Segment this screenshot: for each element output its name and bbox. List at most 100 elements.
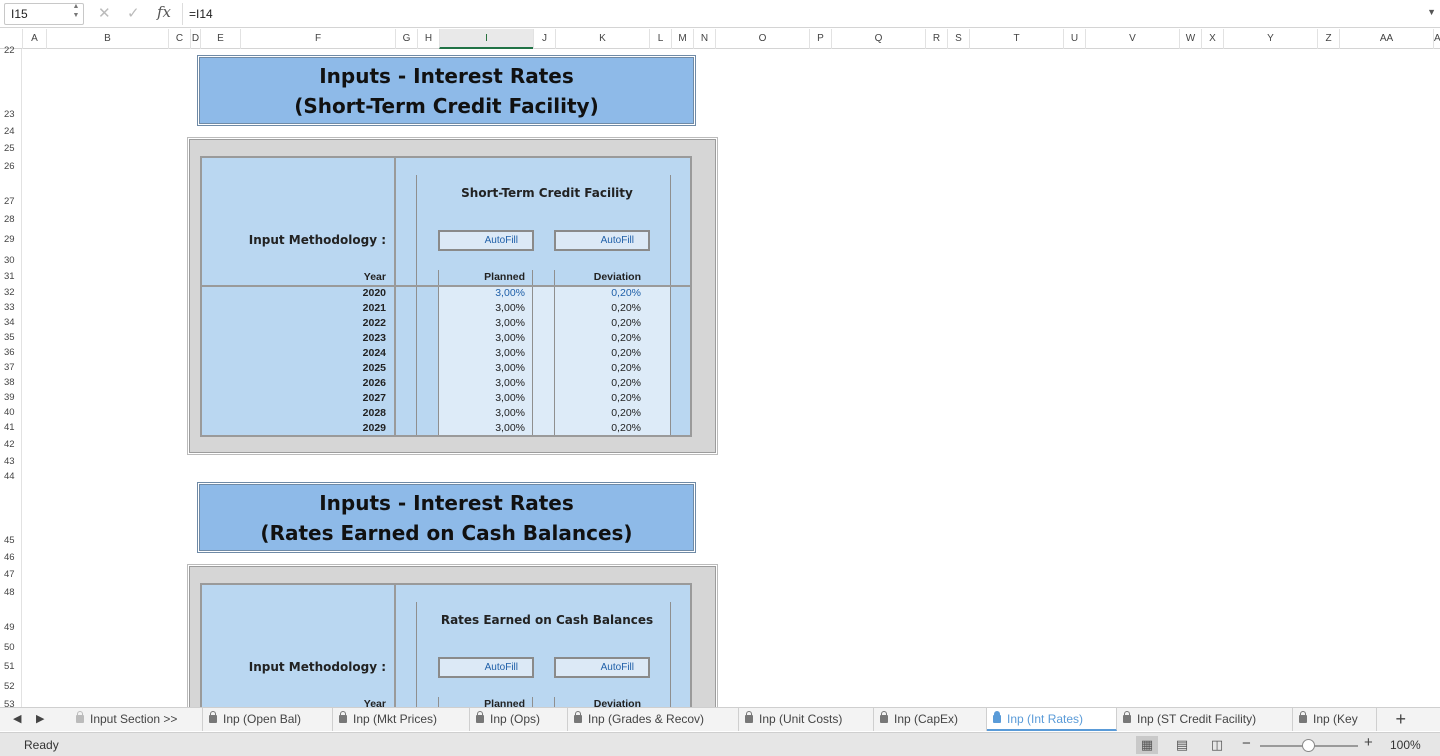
column-header[interactable]: Z <box>1317 29 1339 49</box>
column-header[interactable]: G <box>395 29 417 49</box>
sheet-tab[interactable]: Inp (CapEx) <box>874 708 987 731</box>
row-header[interactable]: 40 <box>0 407 22 418</box>
zoom-out-button[interactable]: − <box>1242 735 1251 752</box>
deviation-autofill-select[interactable]: AutoFill <box>554 657 650 678</box>
worksheet-grid[interactable]: Inputs - Interest Rates (Short-Term Cred… <box>22 49 1440 707</box>
planned-rate-cell[interactable]: 3,00% <box>445 347 525 359</box>
row-header[interactable]: 39 <box>0 392 22 403</box>
row-header[interactable]: 29 <box>0 234 22 245</box>
column-header[interactable]: K <box>555 29 649 49</box>
planned-rate-cell[interactable]: 3,00% <box>445 317 525 329</box>
deviation-rate-cell[interactable]: 0,20% <box>561 377 641 389</box>
page-layout-view-icon[interactable]: ▤ <box>1171 736 1193 754</box>
planned-rate-cell[interactable]: 3,00% <box>445 332 525 344</box>
deviation-rate-cell[interactable]: 0,20% <box>561 422 641 434</box>
deviation-rate-cell[interactable]: 0,20% <box>561 287 641 299</box>
column-header[interactable]: J <box>533 29 555 49</box>
page-break-view-icon[interactable]: ◫ <box>1206 736 1228 754</box>
row-header[interactable]: 51 <box>0 661 22 672</box>
sheet-tab[interactable]: Inp (Ops) <box>470 708 568 731</box>
row-header[interactable]: 38 <box>0 377 22 388</box>
chevron-down-icon[interactable]: ▼ <box>1427 7 1436 17</box>
deviation-rate-cell[interactable]: 0,20% <box>561 317 641 329</box>
row-header[interactable]: 41 <box>0 422 22 433</box>
row-header[interactable]: 31 <box>0 271 22 282</box>
sheet-tab[interactable]: Inp (Unit Costs) <box>739 708 874 731</box>
row-header[interactable]: 33 <box>0 302 22 313</box>
planned-autofill-select[interactable]: AutoFill <box>438 230 534 251</box>
planned-rate-cell[interactable]: 3,00% <box>445 362 525 374</box>
row-header[interactable]: 43 <box>0 456 22 467</box>
row-header[interactable]: 45 <box>0 535 22 546</box>
planned-rate-cell[interactable]: 3,00% <box>445 377 525 389</box>
planned-rate-cell[interactable]: 3,00% <box>445 422 525 434</box>
deviation-autofill-select[interactable]: AutoFill <box>554 230 650 251</box>
deviation-rate-cell[interactable]: 0,20% <box>561 362 641 374</box>
deviation-rate-cell[interactable]: 0,20% <box>561 347 641 359</box>
column-header[interactable]: Y <box>1223 29 1317 49</box>
column-header[interactable]: M <box>671 29 693 49</box>
deviation-rate-cell[interactable]: 0,20% <box>561 302 641 314</box>
row-header[interactable]: 42 <box>0 439 22 450</box>
row-header[interactable]: 48 <box>0 587 22 598</box>
column-header[interactable]: O <box>715 29 809 49</box>
column-header[interactable]: AA <box>1339 29 1433 49</box>
column-header[interactable]: P <box>809 29 831 49</box>
deviation-rate-cell[interactable]: 0,20% <box>561 407 641 419</box>
column-header[interactable]: F <box>240 29 395 49</box>
column-header[interactable]: T <box>969 29 1063 49</box>
deviation-rate-cell[interactable]: 0,20% <box>561 332 641 344</box>
column-header[interactable]: B <box>46 29 168 49</box>
sheet-tab[interactable]: Input Section >> <box>70 708 203 731</box>
column-header[interactable]: I <box>439 29 533 49</box>
zoom-in-button[interactable]: + <box>1364 734 1373 751</box>
fx-icon[interactable]: fx <box>157 3 171 21</box>
tab-scroll-right-icon[interactable]: ▶ <box>36 712 44 725</box>
planned-rate-cell[interactable]: 3,00% <box>445 407 525 419</box>
planned-rate-cell[interactable]: 3,00% <box>445 287 525 299</box>
planned-autofill-select[interactable]: AutoFill <box>438 657 534 678</box>
row-header[interactable]: 47 <box>0 569 22 580</box>
name-box-stepper-icon[interactable]: ▲ ▼ <box>71 2 81 22</box>
column-header[interactable]: C <box>168 29 190 49</box>
tab-scroll-left-icon[interactable]: ◀ <box>13 712 21 725</box>
row-header[interactable]: 37 <box>0 362 22 373</box>
row-header[interactable]: 23 <box>0 109 22 120</box>
row-header[interactable]: 46 <box>0 552 22 563</box>
column-header[interactable]: X <box>1201 29 1223 49</box>
planned-rate-cell[interactable]: 3,00% <box>445 302 525 314</box>
column-header[interactable]: A <box>22 29 46 49</box>
row-header[interactable]: 52 <box>0 681 22 692</box>
sheet-tab[interactable]: Inp (Open Bal) <box>203 708 333 731</box>
row-header[interactable]: 34 <box>0 317 22 328</box>
row-header[interactable]: 32 <box>0 287 22 298</box>
column-header[interactable]: R <box>925 29 947 49</box>
normal-view-icon[interactable]: ▦ <box>1136 736 1158 754</box>
row-header[interactable]: 50 <box>0 642 22 653</box>
row-header[interactable]: 49 <box>0 622 22 633</box>
column-header[interactable]: A <box>1433 29 1440 49</box>
sheet-tab[interactable]: Inp (Int Rates) <box>987 708 1117 731</box>
sheet-tab[interactable]: Inp (Mkt Prices) <box>333 708 470 731</box>
column-header[interactable]: S <box>947 29 969 49</box>
sheet-tab[interactable]: Inp (Grades & Recov) <box>568 708 739 731</box>
cancel-icon[interactable]: ✕ <box>98 4 111 22</box>
row-header[interactable]: 36 <box>0 347 22 358</box>
row-header[interactable]: 30 <box>0 255 22 266</box>
column-header[interactable]: E <box>200 29 240 49</box>
row-header[interactable]: 44 <box>0 471 22 482</box>
row-header[interactable]: 27 <box>0 196 22 207</box>
row-header[interactable]: 24 <box>0 126 22 137</box>
row-header[interactable]: 28 <box>0 214 22 225</box>
add-sheet-button[interactable]: + <box>1395 709 1406 730</box>
sheet-tab[interactable]: Inp (ST Credit Facility) <box>1117 708 1293 731</box>
planned-rate-cell[interactable]: 3,00% <box>445 392 525 404</box>
column-header[interactable]: V <box>1085 29 1179 49</box>
column-header[interactable]: D <box>190 29 200 49</box>
column-header[interactable]: H <box>417 29 439 49</box>
column-header[interactable]: Q <box>831 29 925 49</box>
zoom-level[interactable]: 100% <box>1390 738 1421 752</box>
column-header[interactable]: L <box>649 29 671 49</box>
row-header[interactable]: 26 <box>0 161 22 172</box>
column-header[interactable]: W <box>1179 29 1201 49</box>
